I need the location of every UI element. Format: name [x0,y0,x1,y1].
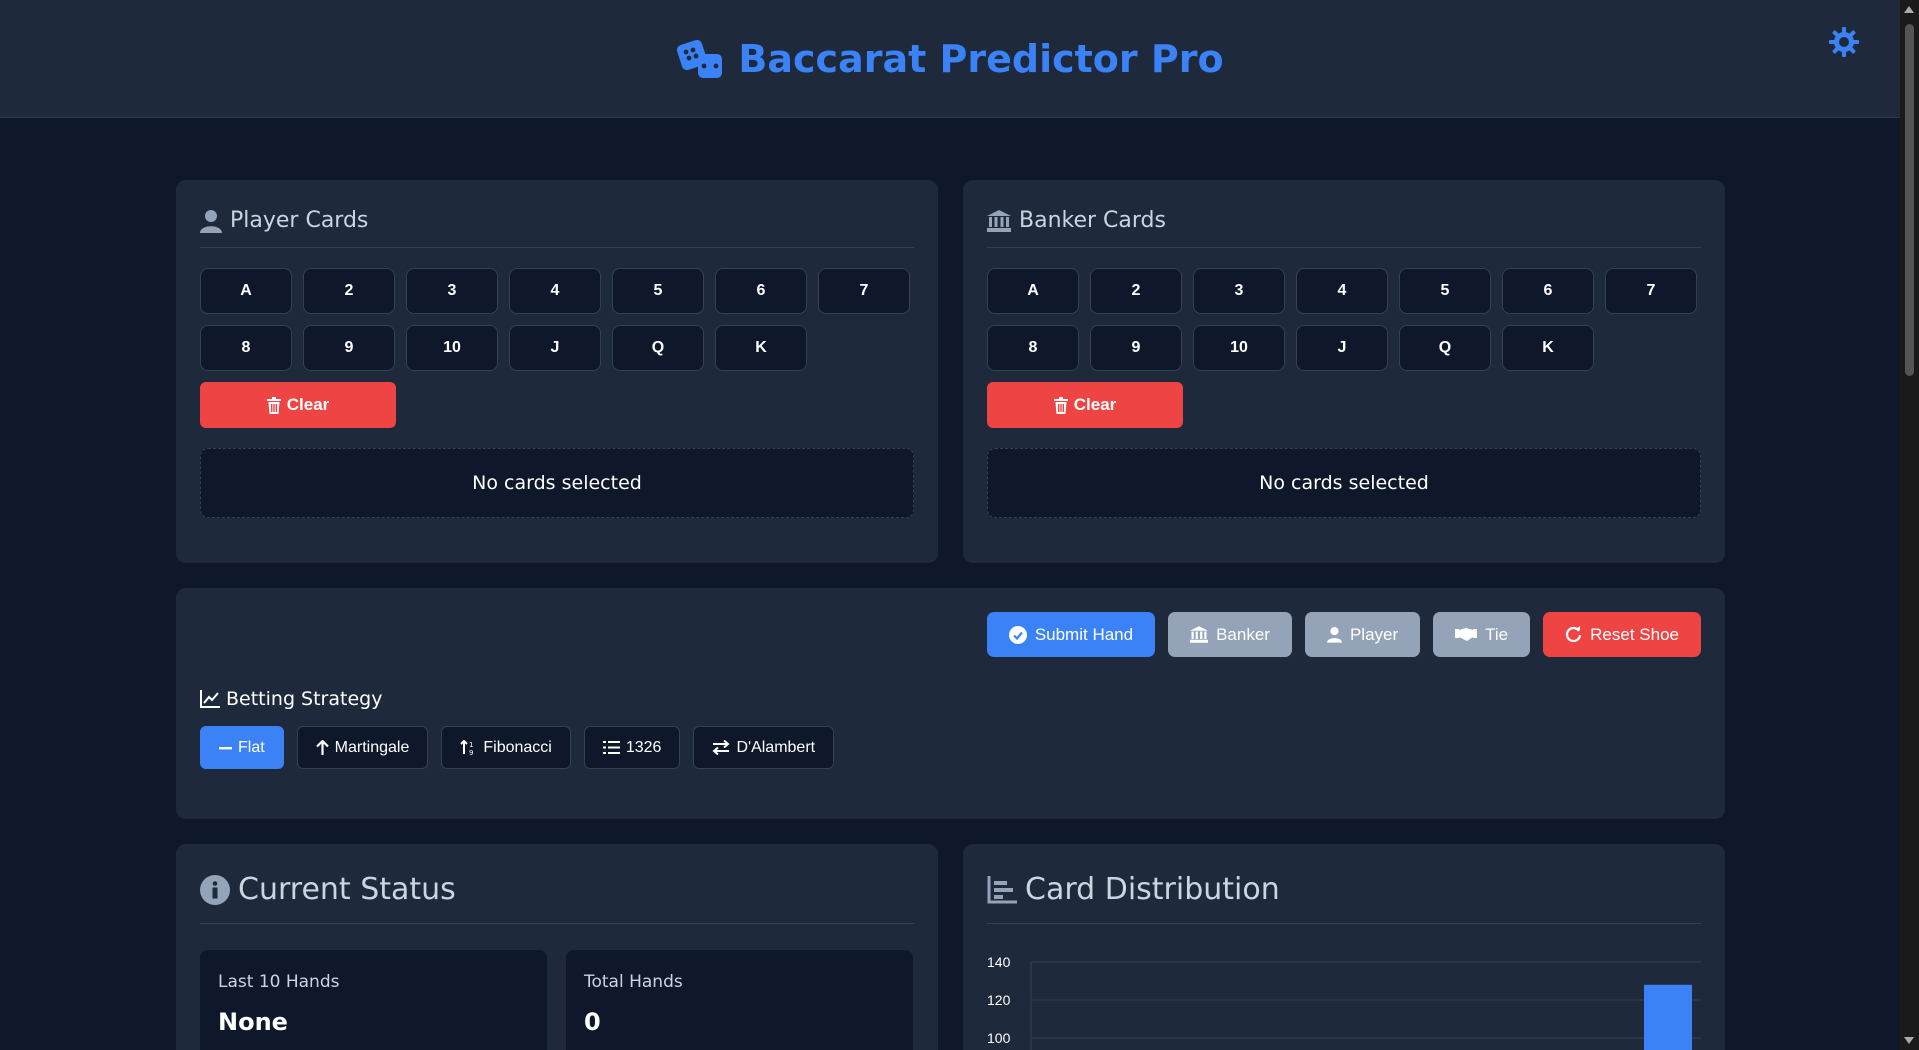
player-cards-title: Player Cards [200,208,914,248]
card-distribution-title: Card Distribution [987,872,1701,924]
svg-text:1: 1 [469,741,473,749]
trash-icon [1053,396,1068,414]
player-card-7-button[interactable]: 7 [818,268,910,314]
arrow-up-icon [315,740,329,755]
sort-numeric-icon: 1 9 [460,740,474,755]
strategy-flat-button[interactable]: Flat [200,726,284,769]
strategy-martingale-button[interactable]: Martingale [296,726,429,769]
dice-icon [677,39,723,78]
banker-card-3-button[interactable]: 3 [1193,268,1285,314]
y-tick-label: 140 [987,954,1011,970]
player-clear-button[interactable]: Clear [200,382,396,428]
card-distribution-panel: Card Distribution 140 120 100 [963,844,1725,1050]
scroll-thumb[interactable] [1905,24,1914,376]
settings-gear-icon[interactable] [1828,26,1860,58]
player-card-3-button[interactable]: 3 [406,268,498,314]
player-card-2-button[interactable]: 2 [303,268,395,314]
banker-cards-title: Banker Cards [987,208,1701,248]
submit-hand-button[interactable]: Submit Hand [986,612,1156,657]
current-status-panel: Current Status Last 10 Hands None Total … [176,844,938,1050]
actions-panel: Submit Hand Banker Player Tie Reset Shoe… [176,588,1725,819]
banker-card-8-button[interactable]: 8 [987,325,1079,371]
page-scrollbar[interactable] [1900,0,1919,1050]
player-card-4-button[interactable]: 4 [509,268,601,314]
banker-card-10-button[interactable]: 10 [1193,325,1285,371]
player-result-button[interactable]: Player [1304,612,1421,657]
strategy-1326-button[interactable]: 1326 [583,726,681,769]
last-10-hands-box: Last 10 Hands None [200,950,547,1050]
strategy-options: Flat Martingale 1 9 Fibonacci 1326 D'Ala… [200,726,835,769]
current-status-title: Current Status [200,872,914,924]
minus-icon [219,746,232,749]
bar-chart-icon [987,875,1017,903]
line-chart-icon [200,690,220,708]
card-distribution-chart: 140 120 100 [987,954,1701,1050]
refresh-icon [1566,626,1582,643]
reset-shoe-button[interactable]: Reset Shoe [1543,612,1701,657]
banker-card-4-button[interactable]: 4 [1296,268,1388,314]
distribution-bar [1644,984,1692,1050]
player-card-6-button[interactable]: 6 [715,268,807,314]
player-card-5-button[interactable]: 5 [612,268,704,314]
banker-cards-panel: Banker Cards A 2 3 4 5 6 7 8 9 10 J Q K Clear No car… [963,180,1725,563]
svg-text:9: 9 [469,749,473,755]
player-card-q-button[interactable]: Q [612,325,704,371]
banker-card-a-button[interactable]: A [987,268,1079,314]
scroll-up-arrow[interactable] [1904,6,1914,13]
player-card-8-button[interactable]: 8 [200,325,292,371]
scroll-down-arrow[interactable] [1904,1037,1914,1044]
banker-card-q-button[interactable]: Q [1399,325,1491,371]
banker-card-j-button[interactable]: J [1296,325,1388,371]
banker-card-7-button[interactable]: 7 [1605,268,1697,314]
tie-result-button[interactable]: Tie [1433,612,1531,657]
player-cards-panel: Player Cards A 2 3 4 5 6 7 8 9 10 J Q K Clear No car… [176,180,938,563]
y-tick-label: 100 [987,1030,1011,1046]
user-icon [1326,627,1342,643]
player-card-a-button[interactable]: A [200,268,292,314]
player-card-10-button[interactable]: 10 [406,325,498,371]
app-title: Baccarat Predictor Pro [676,36,1224,81]
strategy-dalambert-button[interactable]: D'Alambert [693,726,835,769]
player-card-9-button[interactable]: 9 [303,325,395,371]
app-header: Baccarat Predictor Pro [0,0,1900,118]
banker-card-k-button[interactable]: K [1502,325,1594,371]
total-hands-box: Total Hands 0 [566,950,913,1050]
info-circle-icon [200,874,230,905]
action-buttons: Submit Hand Banker Player Tie Reset Shoe [986,612,1701,657]
list-ol-icon [602,741,620,754]
banker-card-9-button[interactable]: 9 [1090,325,1182,371]
bank-icon [987,209,1011,232]
banker-card-5-button[interactable]: 5 [1399,268,1491,314]
player-card-grid: A 2 3 4 5 6 7 8 9 10 J Q K [200,268,914,371]
bank-icon [1190,626,1209,643]
check-circle-icon [1008,625,1027,644]
user-icon [200,209,222,233]
trash-icon [266,396,281,414]
player-card-j-button[interactable]: J [509,325,601,371]
player-card-k-button[interactable]: K [715,325,807,371]
banker-result-button[interactable]: Banker [1168,612,1292,657]
app-title-text: Baccarat Predictor Pro [738,36,1224,81]
banker-selected-cards: No cards selected [987,448,1701,518]
handshake-icon [1455,628,1478,641]
banker-card-grid: A 2 3 4 5 6 7 8 9 10 J Q K [987,268,1701,371]
banker-card-2-button[interactable]: 2 [1090,268,1182,314]
banker-card-6-button[interactable]: 6 [1502,268,1594,314]
banker-clear-button[interactable]: Clear [987,382,1183,428]
player-selected-cards: No cards selected [200,448,914,518]
strategy-fibonacci-button[interactable]: 1 9 Fibonacci [441,726,571,769]
exchange-icon [712,740,730,755]
y-tick-label: 120 [987,992,1011,1008]
betting-strategy-title: Betting Strategy [200,688,382,710]
